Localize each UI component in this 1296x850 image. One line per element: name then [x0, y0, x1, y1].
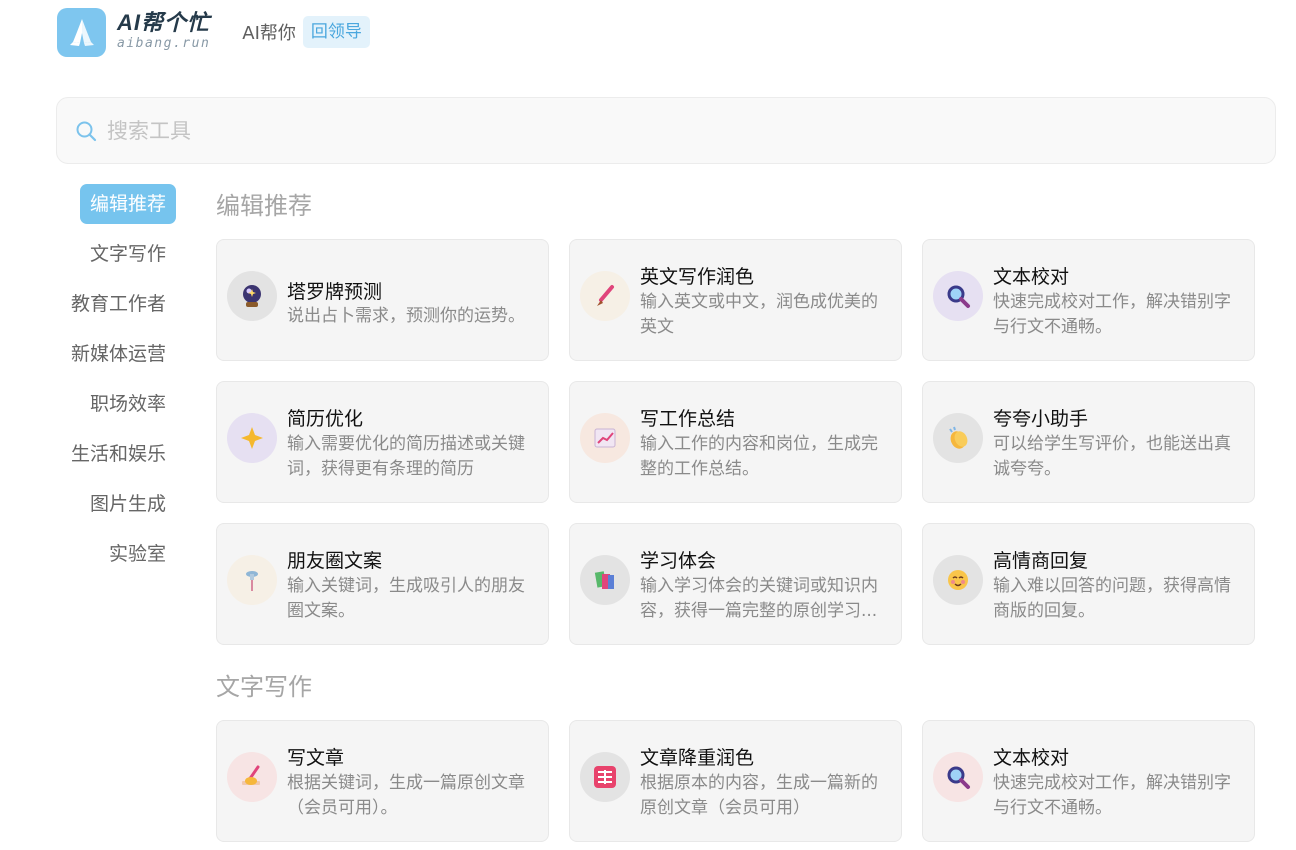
search-input[interactable]: [107, 118, 1207, 143]
crystal-ball-icon: [227, 271, 277, 321]
card-title: 文章降重润色: [640, 747, 755, 769]
card-description: 说出占卜需求，预测你的运势。: [287, 306, 525, 326]
card-title: 夸夸小助手: [993, 408, 1089, 430]
tool-card[interactable]: 夸夸小助手 可以给学生写评价，也能送出真诚夸夸。: [922, 381, 1255, 503]
praying-hands-icon: [69, 19, 94, 46]
sparkle-icon: [227, 413, 277, 463]
card-description: 输入需要优化的简历描述或关键词，获得更有条理的简历: [287, 434, 525, 479]
back-to-leader-button[interactable]: 回领导: [302, 16, 370, 48]
tool-card[interactable]: 文本校对 快速完成校对工作，解决错别字与行文不通畅。: [922, 239, 1255, 361]
card-description: 快速完成校对工作，解决错别字与行文不通畅。: [993, 292, 1231, 337]
card-title: 学习体会: [640, 550, 717, 572]
card-description: 快速完成校对工作，解决错别字与行文不通畅。: [993, 773, 1231, 818]
tool-card[interactable]: 学习体会 输入学习体会的关键词或知识内容，获得一篇完整的原创学习...: [569, 523, 902, 645]
card-description: 根据关键词，生成一篇原创文章（会员可用）。: [287, 773, 525, 818]
paintbrush-icon: [580, 271, 630, 321]
sidebar-item-writing[interactable]: 文字写作: [90, 234, 166, 274]
books-icon: [580, 555, 630, 605]
header: AI帮个忙 aibang.run AI帮你 回领导: [57, 7, 370, 57]
search-bar[interactable]: [56, 97, 1276, 164]
section-title: 编辑推荐: [216, 192, 312, 220]
card-title: 高情商回复: [993, 550, 1089, 572]
sidebar-item-educators[interactable]: 教育工作者: [71, 284, 166, 324]
logo-text: AI帮个忙 aibang.run: [117, 11, 210, 53]
sidebar-item-new-media[interactable]: 新媒体运营: [71, 334, 166, 374]
card-description: 输入工作的内容和岗位，生成完整的工作总结。: [640, 434, 878, 479]
tool-card[interactable]: 文章降重润色 根据原本的内容，生成一篇新的原创文章（会员可用）: [569, 720, 902, 842]
logo-title: AI帮个忙: [117, 10, 211, 35]
card-description: 输入英文或中文，润色成优美的英文: [640, 292, 878, 337]
chart-icon: [580, 413, 630, 463]
card-description: 输入关键词，生成吸引人的朋友圈文案。: [287, 576, 525, 621]
tool-card[interactable]: 英文写作润色 输入英文或中文，润色成优美的英文: [569, 239, 902, 361]
card-description: 输入学习体会的关键词或知识内容，获得一篇完整的原创学习...: [640, 576, 878, 621]
card-description: 输入难以回答的问题，获得高情商版的回复。: [993, 576, 1231, 621]
tool-card[interactable]: 简历优化 输入需要优化的简历描述或关键词，获得更有条理的简历: [216, 381, 549, 503]
search-icon: [75, 120, 97, 142]
card-title: 文本校对: [993, 747, 1070, 769]
sidebar-item-image-generation[interactable]: 图片生成: [90, 484, 166, 524]
section-title: 文字写作: [216, 673, 312, 701]
pin-icon: [227, 555, 277, 605]
smile-icon: [933, 555, 983, 605]
magnifier-icon: [933, 271, 983, 321]
tool-card[interactable]: 写文章 根据关键词，生成一篇原创文章（会员可用）。: [216, 720, 549, 842]
card-title: 塔罗牌预测: [287, 281, 383, 303]
card-description: 根据原本的内容，生成一篇新的原创文章（会员可用）: [640, 773, 878, 818]
tool-card[interactable]: 朋友圈文案 输入关键词，生成吸引人的朋友圈文案。: [216, 523, 549, 645]
card-title: 文本校对: [993, 266, 1070, 288]
tool-card[interactable]: 写工作总结 输入工作的内容和岗位，生成完整的工作总结。: [569, 381, 902, 503]
logo-subtitle: aibang.run: [117, 36, 211, 51]
writing-hand-icon: [227, 752, 277, 802]
sidebar-item-lab[interactable]: 实验室: [109, 534, 166, 574]
tool-card[interactable]: 文本校对 快速完成校对工作，解决错别字与行文不通畅。: [922, 720, 1255, 842]
card-description: 可以给学生写评价，也能送出真诚夸夸。: [993, 434, 1231, 479]
magnifier-icon: [933, 752, 983, 802]
sidebar-item-life-entertainment[interactable]: 生活和娱乐: [71, 434, 166, 474]
card-title: 英文写作润色: [640, 266, 755, 288]
card-title: 写工作总结: [640, 408, 736, 430]
sidebar-item-editor-picks[interactable]: 编辑推荐: [79, 184, 176, 224]
tool-card[interactable]: 高情商回复 输入难以回答的问题，获得高情商版的回复。: [922, 523, 1255, 645]
sidebar-item-workplace[interactable]: 职场效率: [90, 384, 166, 424]
card-title: 朋友圈文案: [287, 550, 383, 572]
tagline: AI帮你: [242, 23, 296, 44]
clap-icon: [933, 413, 983, 463]
logo[interactable]: [57, 7, 106, 57]
card-title: 简历优化: [287, 408, 364, 430]
full-badge-icon: [580, 752, 630, 802]
tool-card[interactable]: 塔罗牌预测 说出占卜需求，预测你的运势。: [216, 239, 549, 361]
card-title: 写文章: [287, 747, 345, 769]
